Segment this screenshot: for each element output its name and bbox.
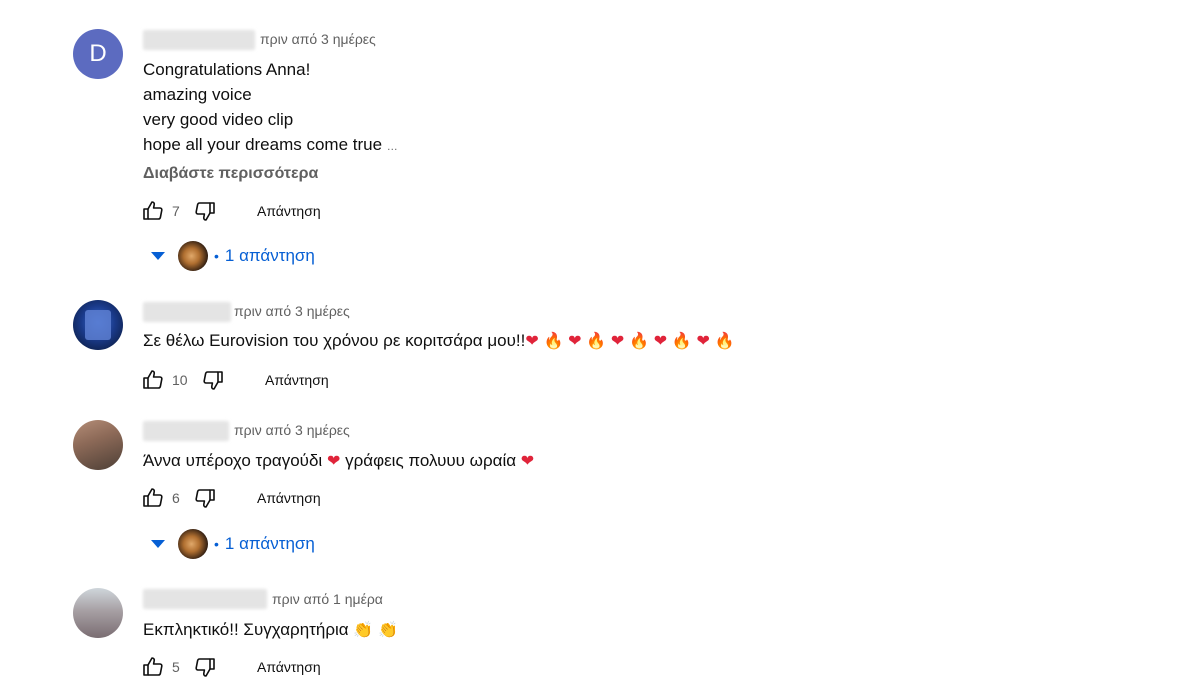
comment-actions: 6 [140, 485, 218, 511]
reply-button[interactable]: Απάντηση [257, 654, 321, 680]
like-button[interactable] [140, 367, 166, 393]
like-count: 10 [172, 372, 188, 388]
clap-emoji: 👏 [353, 620, 374, 639]
heart-emoji: ❤ [520, 451, 535, 470]
comment-text: Άννα υπέροχο τραγούδι ❤ γράφεις πολυυυ ω… [143, 448, 534, 473]
chevron-down-icon [148, 246, 168, 266]
heart-emoji: ❤ [525, 331, 539, 350]
comment-time[interactable]: πριν από 3 ημέρες [234, 420, 350, 440]
comment-text-body: γράφεις πολυυυ ωραία [340, 451, 521, 470]
comment-text-body: Congratulations Anna! amazing voice very… [143, 60, 383, 154]
author-name-blurred[interactable] [143, 30, 255, 50]
fire-emoji: 🔥 [586, 331, 607, 350]
thumbs-up-icon [143, 488, 163, 507]
thumbs-down-icon [195, 489, 215, 508]
reply-button[interactable]: Απάντηση [265, 367, 329, 393]
dislike-button[interactable] [192, 485, 218, 511]
replies-count-label: 1 απάντηση [224, 246, 315, 265]
avatar[interactable] [73, 300, 123, 350]
comment-text: Σε θέλω Eurovision του χρόνου ρε κοριτσά… [143, 328, 735, 353]
fire-emoji: 🔥 [543, 331, 564, 350]
fire-emoji: 🔥 [714, 331, 735, 350]
heart-emoji: ❤ [653, 331, 668, 350]
dislike-button[interactable] [200, 367, 226, 393]
fire-emoji: 🔥 [629, 331, 649, 350]
heart-emoji: ❤ [610, 331, 625, 350]
author-name-blurred[interactable] [143, 421, 229, 441]
fire-emoji: 🔥 [671, 331, 692, 350]
like-count: 6 [172, 490, 180, 506]
clap-emoji: 👏 [377, 620, 398, 639]
thumbs-up-icon [143, 370, 163, 389]
like-button[interactable] [140, 485, 166, 511]
comment-text-body: Εκπληκτικό!! Συγχαρητήρια [143, 620, 354, 639]
like-count: 7 [172, 203, 180, 219]
author-name-blurred[interactable] [143, 302, 231, 322]
like-count: 5 [172, 659, 180, 675]
avatar[interactable] [73, 420, 123, 470]
comment-time[interactable]: πριν από 1 ημέρα [272, 589, 383, 609]
reply-author-avatar [178, 529, 208, 559]
thumbs-down-icon [195, 658, 215, 677]
comment-text: Εκπληκτικό!! Συγχαρητήρια 👏 👏 [143, 617, 398, 642]
reply-button[interactable]: Απάντηση [257, 485, 321, 511]
comment-actions: 10 [140, 367, 226, 393]
view-replies-button[interactable]: • 1 απάντηση [148, 240, 315, 272]
reply-button[interactable]: Απάντηση [257, 198, 321, 224]
heart-emoji: ❤ [326, 451, 341, 470]
heart-emoji: ❤ [568, 331, 582, 350]
comment-text-body: Άννα υπέροχο τραγούδι [143, 451, 327, 470]
avatar-image [85, 310, 111, 340]
thumbs-down-icon [202, 371, 223, 390]
view-replies-button[interactable]: • 1 απάντηση [148, 528, 315, 560]
comment-actions: 7 [140, 198, 218, 224]
dislike-button[interactable] [192, 198, 218, 224]
replies-count-label: 1 απάντηση [224, 534, 315, 553]
avatar-letter: D [89, 40, 107, 67]
thumbs-up-icon [143, 657, 163, 676]
thumbs-down-icon [195, 202, 215, 221]
separator-dot: • [214, 248, 219, 264]
truncation-ellipsis: … [386, 141, 398, 153]
dislike-button[interactable] [192, 654, 218, 680]
avatar[interactable]: D [73, 29, 123, 79]
chevron-down-icon [148, 534, 168, 554]
comment-time[interactable]: πριν από 3 ημέρες [234, 301, 350, 321]
heart-emoji: ❤ [696, 331, 710, 350]
like-button[interactable] [140, 198, 166, 224]
comment-actions: 5 [140, 654, 218, 680]
separator-dot: • [214, 536, 219, 552]
comment-text: Congratulations Anna! amazing voice very… [143, 57, 398, 160]
comment-text-body: Σε θέλω Eurovision του χρόνου ρε κοριτσά… [143, 331, 526, 350]
thumbs-up-icon [143, 201, 163, 220]
author-name-blurred[interactable] [143, 589, 267, 609]
reply-author-avatar [178, 241, 208, 271]
like-button[interactable] [140, 654, 166, 680]
read-more-button[interactable]: Διαβάστε περισσότερα [143, 163, 318, 185]
avatar[interactable] [73, 588, 123, 638]
comment-time[interactable]: πριν από 3 ημέρες [260, 29, 376, 49]
